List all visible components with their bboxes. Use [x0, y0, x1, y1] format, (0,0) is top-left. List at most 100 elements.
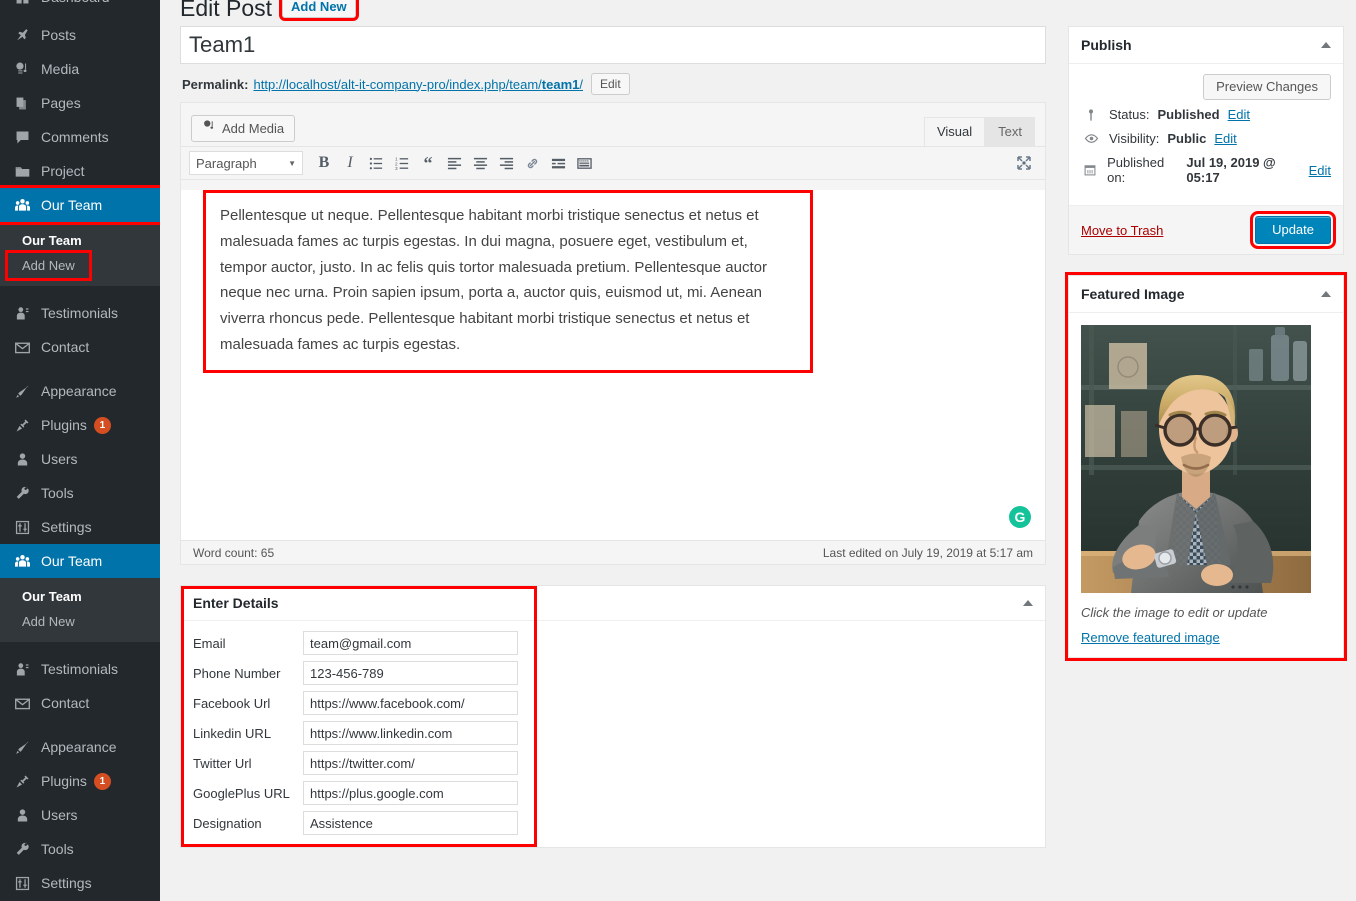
- update-button[interactable]: Update: [1250, 211, 1336, 249]
- form-row: Email: [193, 631, 1033, 655]
- sidebar-item-label: Tools: [41, 485, 74, 501]
- move-to-trash-link[interactable]: Move to Trash: [1081, 223, 1163, 238]
- email-field[interactable]: [303, 631, 518, 655]
- status-edit-link[interactable]: Edit: [1228, 107, 1250, 122]
- sidebar-item-label: Appearance: [41, 383, 117, 399]
- submenu-our-team: Our Team Add New: [0, 222, 160, 286]
- sidebar-item-tools-2[interactable]: Tools: [0, 832, 160, 866]
- sidebar-item-our-team[interactable]: Our Team: [0, 185, 160, 225]
- sidebar-item-tools[interactable]: Tools: [0, 476, 160, 510]
- submenu-item-our-team[interactable]: Our Team: [0, 584, 160, 609]
- twitter-url-field[interactable]: [303, 751, 518, 775]
- sidebar-item-label: Our Team: [41, 197, 103, 213]
- brush-icon: [12, 737, 32, 757]
- permalink-slug: team1: [541, 76, 580, 92]
- testimonial-icon: [12, 303, 32, 323]
- editor-paragraph[interactable]: Pellentesque ut neque. Pellentesque habi…: [203, 190, 813, 373]
- sidebar-item-contact[interactable]: Contact: [0, 330, 160, 364]
- chevron-down-icon: ▼: [288, 158, 296, 168]
- sidebar-item-users[interactable]: Users: [0, 442, 160, 476]
- sidebar-item-media[interactable]: Media: [0, 52, 160, 86]
- add-media-button[interactable]: Add Media: [191, 115, 296, 142]
- plugin-icon: [12, 415, 32, 435]
- italic-icon[interactable]: I: [337, 150, 363, 176]
- collapse-toggle-icon[interactable]: [1321, 291, 1331, 297]
- enter-details-header[interactable]: Enter Details: [181, 586, 1045, 621]
- sidebar-item-dashboard[interactable]: Dashboard: [0, 0, 160, 8]
- sidebar-item-our-team-2[interactable]: Our Team: [0, 544, 160, 578]
- publish-title: Publish: [1081, 37, 1132, 53]
- googleplus-url-label: GooglePlus URL: [193, 785, 290, 801]
- sidebar-item-posts[interactable]: Posts: [0, 18, 160, 52]
- sidebar-item-label: Tools: [41, 841, 74, 857]
- submenu-item-add-new[interactable]: Add New: [5, 250, 92, 281]
- sidebar-item-label: Pages: [41, 95, 81, 111]
- bulleted-list-icon[interactable]: [363, 150, 389, 176]
- featured-image-thumbnail[interactable]: [1081, 325, 1311, 593]
- read-more-icon[interactable]: [545, 150, 571, 176]
- add-new-button[interactable]: Add New: [279, 0, 359, 21]
- sidebar-item-testimonials[interactable]: Testimonials: [0, 296, 160, 330]
- sidebar-item-testimonials-2[interactable]: Testimonials: [0, 652, 160, 686]
- sidebar-item-label: Users: [41, 807, 78, 823]
- blockquote-icon[interactable]: “: [415, 150, 441, 176]
- align-center-icon[interactable]: [467, 150, 493, 176]
- group-icon: [12, 195, 32, 215]
- align-right-icon[interactable]: [493, 150, 519, 176]
- featured-image-title: Featured Image: [1081, 286, 1185, 302]
- sidebar-item-plugins-2[interactable]: Plugins 1: [0, 764, 160, 798]
- sidebar-item-settings[interactable]: Settings: [0, 510, 160, 544]
- published-edit-link[interactable]: Edit: [1309, 163, 1331, 178]
- brush-icon: [12, 381, 32, 401]
- edit-permalink-button[interactable]: Edit: [591, 73, 630, 95]
- primary-column: Permalink: http://localhost/alt-it-compa…: [180, 20, 1046, 848]
- bold-icon[interactable]: B: [311, 150, 337, 176]
- phone-field[interactable]: [303, 661, 518, 685]
- submenu-item-add-new[interactable]: Add New: [0, 609, 160, 634]
- twitter-url-label: Twitter Url: [193, 755, 252, 771]
- sidebar-item-label: Contact: [41, 339, 90, 355]
- visibility-edit-link[interactable]: Edit: [1214, 131, 1236, 146]
- collapse-toggle-icon[interactable]: [1321, 42, 1331, 48]
- sidebar-item-project[interactable]: Project: [0, 154, 160, 188]
- sidebar-item-users-2[interactable]: Users: [0, 798, 160, 832]
- submenu-item-our-team[interactable]: Our Team: [0, 228, 160, 253]
- published-label: Published on:: [1107, 155, 1165, 185]
- fullscreen-icon[interactable]: [1011, 150, 1037, 176]
- collapse-toggle-icon[interactable]: [1023, 600, 1033, 606]
- toolbar-toggle-icon[interactable]: [571, 150, 597, 176]
- sidebar-item-label: Project: [41, 163, 85, 179]
- numbered-list-icon[interactable]: 123: [389, 150, 415, 176]
- remove-featured-image-link[interactable]: Remove featured image: [1081, 630, 1220, 645]
- post-title-input[interactable]: [180, 26, 1046, 64]
- comment-icon: [12, 127, 32, 147]
- enter-details-body: Email Phone Number Facebook Url Linkedin…: [181, 621, 1045, 847]
- linkedin-url-field[interactable]: [303, 721, 518, 745]
- sidebar-item-comments[interactable]: Comments: [0, 120, 160, 154]
- wrench-icon: [12, 839, 32, 859]
- tab-visual[interactable]: Visual: [923, 117, 986, 146]
- sidebar-item-appearance[interactable]: Appearance: [0, 374, 160, 408]
- link-icon[interactable]: [519, 150, 545, 176]
- sidebar-item-pages[interactable]: Pages: [0, 86, 160, 120]
- align-left-icon[interactable]: [441, 150, 467, 176]
- googleplus-url-field[interactable]: [303, 781, 518, 805]
- facebook-url-field[interactable]: [303, 691, 518, 715]
- format-select[interactable]: Paragraph ▼: [189, 151, 303, 175]
- featured-image-header[interactable]: Featured Image: [1069, 276, 1343, 313]
- sidebar-item-label: Settings: [41, 875, 92, 891]
- sidebar-item-contact-2[interactable]: Contact: [0, 686, 160, 720]
- permalink-link[interactable]: http://localhost/alt-it-company-pro/inde…: [253, 77, 583, 92]
- tab-text[interactable]: Text: [985, 117, 1035, 146]
- editor-content-area[interactable]: Pellentesque ut neque. Pellentesque habi…: [181, 190, 1045, 540]
- sidebar-item-settings-2[interactable]: Settings: [0, 866, 160, 900]
- grammarly-icon[interactable]: G: [1009, 506, 1031, 528]
- published-on-row: Published on: Jul 19, 2019 @ 05:17 Edit: [1081, 148, 1331, 195]
- eye-icon: [1081, 131, 1101, 146]
- designation-field[interactable]: [303, 811, 518, 835]
- sidebar-item-appearance-2[interactable]: Appearance: [0, 730, 160, 764]
- publish-header[interactable]: Publish: [1069, 27, 1343, 64]
- facebook-url-label: Facebook Url: [193, 695, 271, 711]
- preview-changes-button[interactable]: Preview Changes: [1203, 74, 1331, 100]
- sidebar-item-plugins[interactable]: Plugins 1: [0, 408, 160, 442]
